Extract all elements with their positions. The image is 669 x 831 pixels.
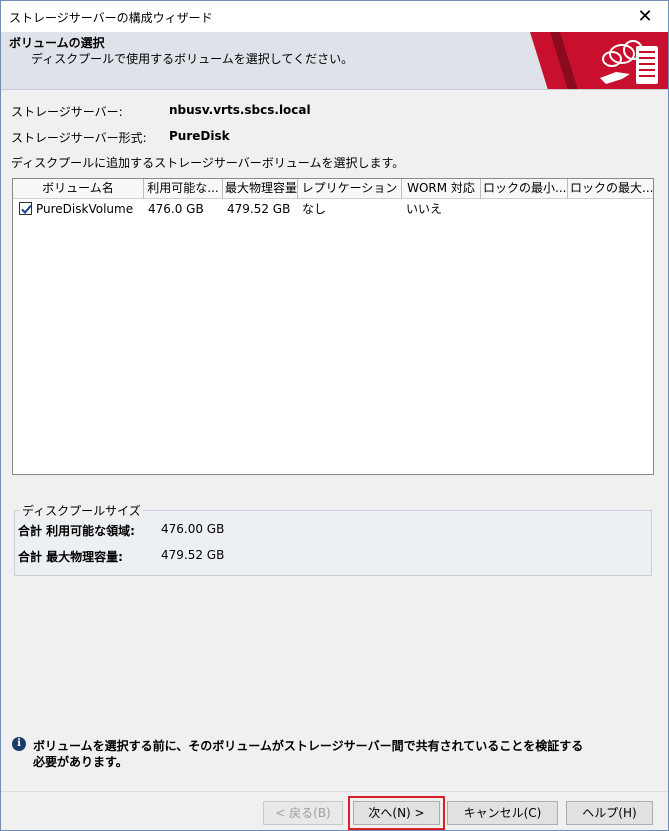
volume-cell: PureDiskVolume	[13, 199, 144, 219]
worm-cell: いいえ	[406, 202, 443, 216]
back-button[interactable]: < 戻る(B)	[263, 801, 343, 825]
info-text-line1: ボリュームを選択する前に、そのボリュームがストレージサーバー間で共有されているこ…	[33, 739, 584, 753]
checkmark-icon	[21, 204, 32, 214]
next-button[interactable]: 次へ(N) >	[348, 796, 445, 830]
column-header-lock-max[interactable]: ロックの最大...	[568, 179, 653, 199]
total-max-value: 479.52 GB	[161, 548, 225, 562]
server-name-value: nbusv.vrts.sbcs.local	[169, 103, 311, 117]
column-header-replication[interactable]: レプリケーション	[298, 179, 402, 199]
total-available-value: 476.00 GB	[161, 522, 225, 536]
column-header-max-physical[interactable]: 最大物理容量	[223, 179, 298, 199]
lock-max-cell	[568, 199, 653, 219]
column-header-volume[interactable]: ボリューム名	[13, 179, 144, 199]
column-header-lock-min[interactable]: ロックの最小...	[481, 179, 568, 199]
cloud-server-icon	[530, 32, 668, 89]
header-subtitle: ディスクプールで使用するボリュームを選択してください。	[31, 52, 354, 66]
header-title: ボリュームの選択	[9, 36, 105, 50]
close-icon[interactable]: ✕	[622, 1, 668, 32]
instruction-text: ディスクプールに追加するストレージサーバーボリュームを選択します。	[11, 156, 405, 170]
window-title: ストレージサーバーの構成ウィザード	[9, 11, 213, 25]
volume-table[interactable]: ボリューム名 利用可能な... 最大物理容量 レプリケーション WORM 対応 …	[12, 178, 654, 475]
volume-name: PureDiskVolume	[36, 202, 134, 216]
cancel-button[interactable]: キャンセル(C)	[447, 801, 558, 825]
volume-checkbox[interactable]	[19, 202, 32, 215]
info-icon: i	[12, 737, 26, 751]
lock-min-cell	[481, 199, 568, 219]
info-text-line2: 必要があります。	[33, 755, 128, 769]
table-header: ボリューム名 利用可能な... 最大物理容量 レプリケーション WORM 対応 …	[13, 179, 653, 199]
server-name-label: ストレージサーバー:	[11, 105, 123, 119]
wizard-header: ボリュームの選択 ディスクプールで使用するボリュームを選択してください。	[1, 32, 668, 90]
replication-cell: なし	[302, 202, 327, 216]
column-header-available[interactable]: 利用可能な...	[144, 179, 223, 199]
wizard-window: ストレージサーバーの構成ウィザード ✕ ボリュームの選択 ディスクプールで使用す…	[0, 0, 669, 831]
server-type-value: PureDisk	[169, 129, 230, 143]
total-available-label: 合計 利用可能な領域:	[18, 524, 135, 538]
available-cell: 476.0 GB	[148, 202, 204, 216]
disk-pool-size-group: ディスクプールサイズ 合計 利用可能な領域: 476.00 GB 合計 最大物理…	[14, 502, 652, 576]
help-button[interactable]: ヘルプ(H)	[566, 801, 653, 825]
max-physical-cell: 479.52 GB	[227, 202, 291, 216]
total-max-label: 合計 最大物理容量:	[18, 550, 123, 564]
column-header-worm[interactable]: WORM 対応	[402, 179, 481, 199]
title-bar: ストレージサーバーの構成ウィザード ✕	[1, 1, 668, 32]
server-type-label: ストレージサーバー形式:	[11, 131, 147, 145]
table-row[interactable]: PureDiskVolume 476.0 GB 479.52 GB なし いいえ	[13, 199, 653, 219]
footer-divider	[1, 791, 668, 792]
group-legend: ディスクプールサイズ	[20, 502, 143, 519]
